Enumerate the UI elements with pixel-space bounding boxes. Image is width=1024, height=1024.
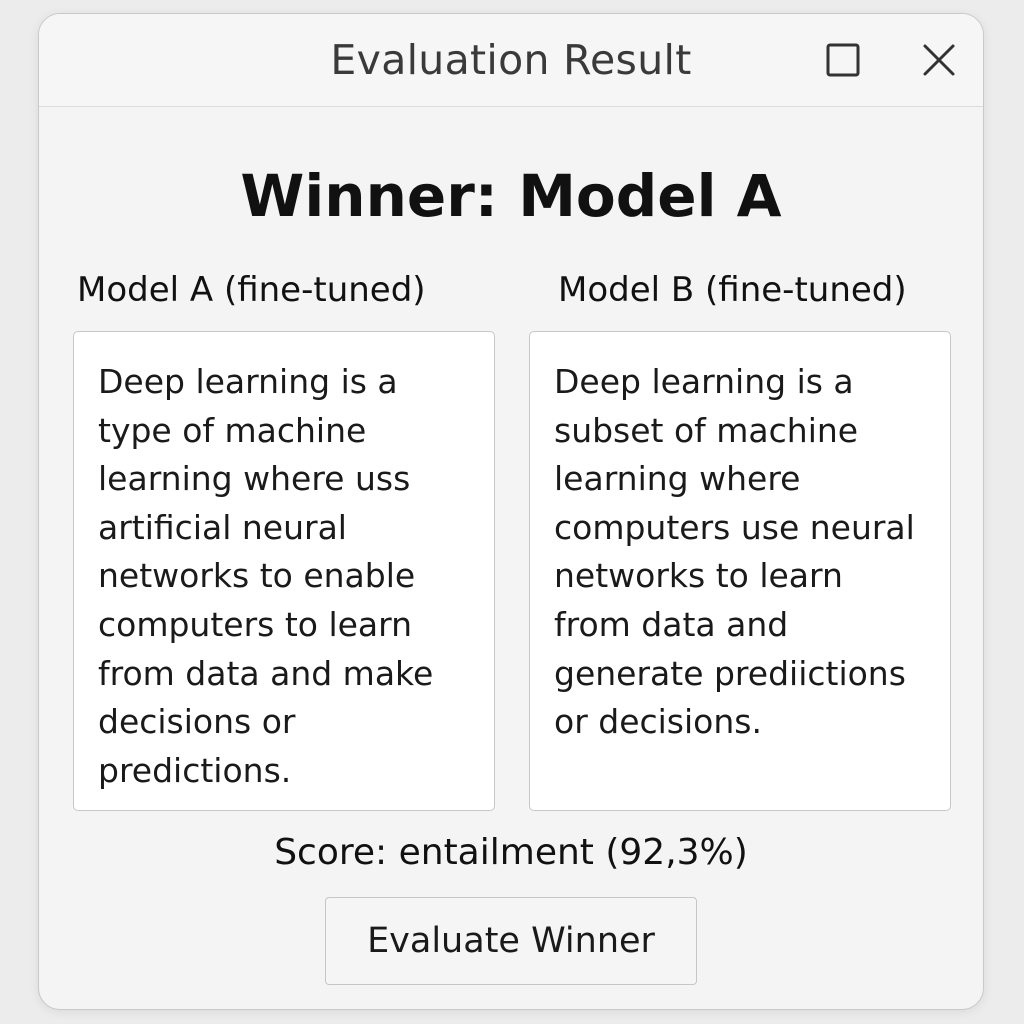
model-a-response-line: decisions or xyxy=(98,702,296,742)
model-b-response-line: subset of machine xyxy=(554,410,859,450)
model-b-response-box[interactable]: Deep learning is a subset of machine lea… xyxy=(529,331,951,811)
score-text: Score: entailment (92,3%) xyxy=(274,832,748,873)
model-a-label: Model A (fine-tuned) xyxy=(77,270,426,310)
model-b-response-line: or decisions. xyxy=(554,702,762,742)
model-a-response-line: Deep learning is a xyxy=(98,362,398,401)
model-b-response-line: Deep learning is a xyxy=(554,362,854,401)
model-a-response-line: learning where uss xyxy=(98,459,411,499)
model-b-response-line: networks to learn xyxy=(554,556,843,596)
close-button[interactable] xyxy=(919,40,959,80)
model-a-response-line: from data and make xyxy=(98,653,434,693)
model-b-response-line: learning where xyxy=(554,459,801,499)
close-icon xyxy=(923,44,955,76)
evaluate-winner-button[interactable]: Evaluate Winner xyxy=(325,897,697,985)
maximize-icon xyxy=(826,43,860,77)
winner-heading: Winner: Model A xyxy=(240,162,782,230)
model-a-response-line: type of machine xyxy=(98,410,367,450)
evaluation-window: Evaluation Result Winner: Model A Model … xyxy=(38,13,984,1010)
model-a-response-line: computers to learn xyxy=(98,604,413,644)
model-a-response-line: networks to enable xyxy=(98,556,416,596)
model-b-response-line: generate prediictions xyxy=(554,653,906,693)
model-b-label: Model B (fine-tuned) xyxy=(558,270,907,310)
model-a-response-box[interactable]: Deep learning is a type of machine learn… xyxy=(73,331,495,811)
model-b-response-line: computers use neural xyxy=(554,507,915,547)
model-b-response-line: from data and xyxy=(554,604,789,644)
maximize-button[interactable] xyxy=(823,40,863,80)
model-a-response-line: predictions. xyxy=(98,750,292,790)
model-a-response-line: artificial neural xyxy=(98,507,347,547)
title-bar: Evaluation Result xyxy=(39,14,983,107)
